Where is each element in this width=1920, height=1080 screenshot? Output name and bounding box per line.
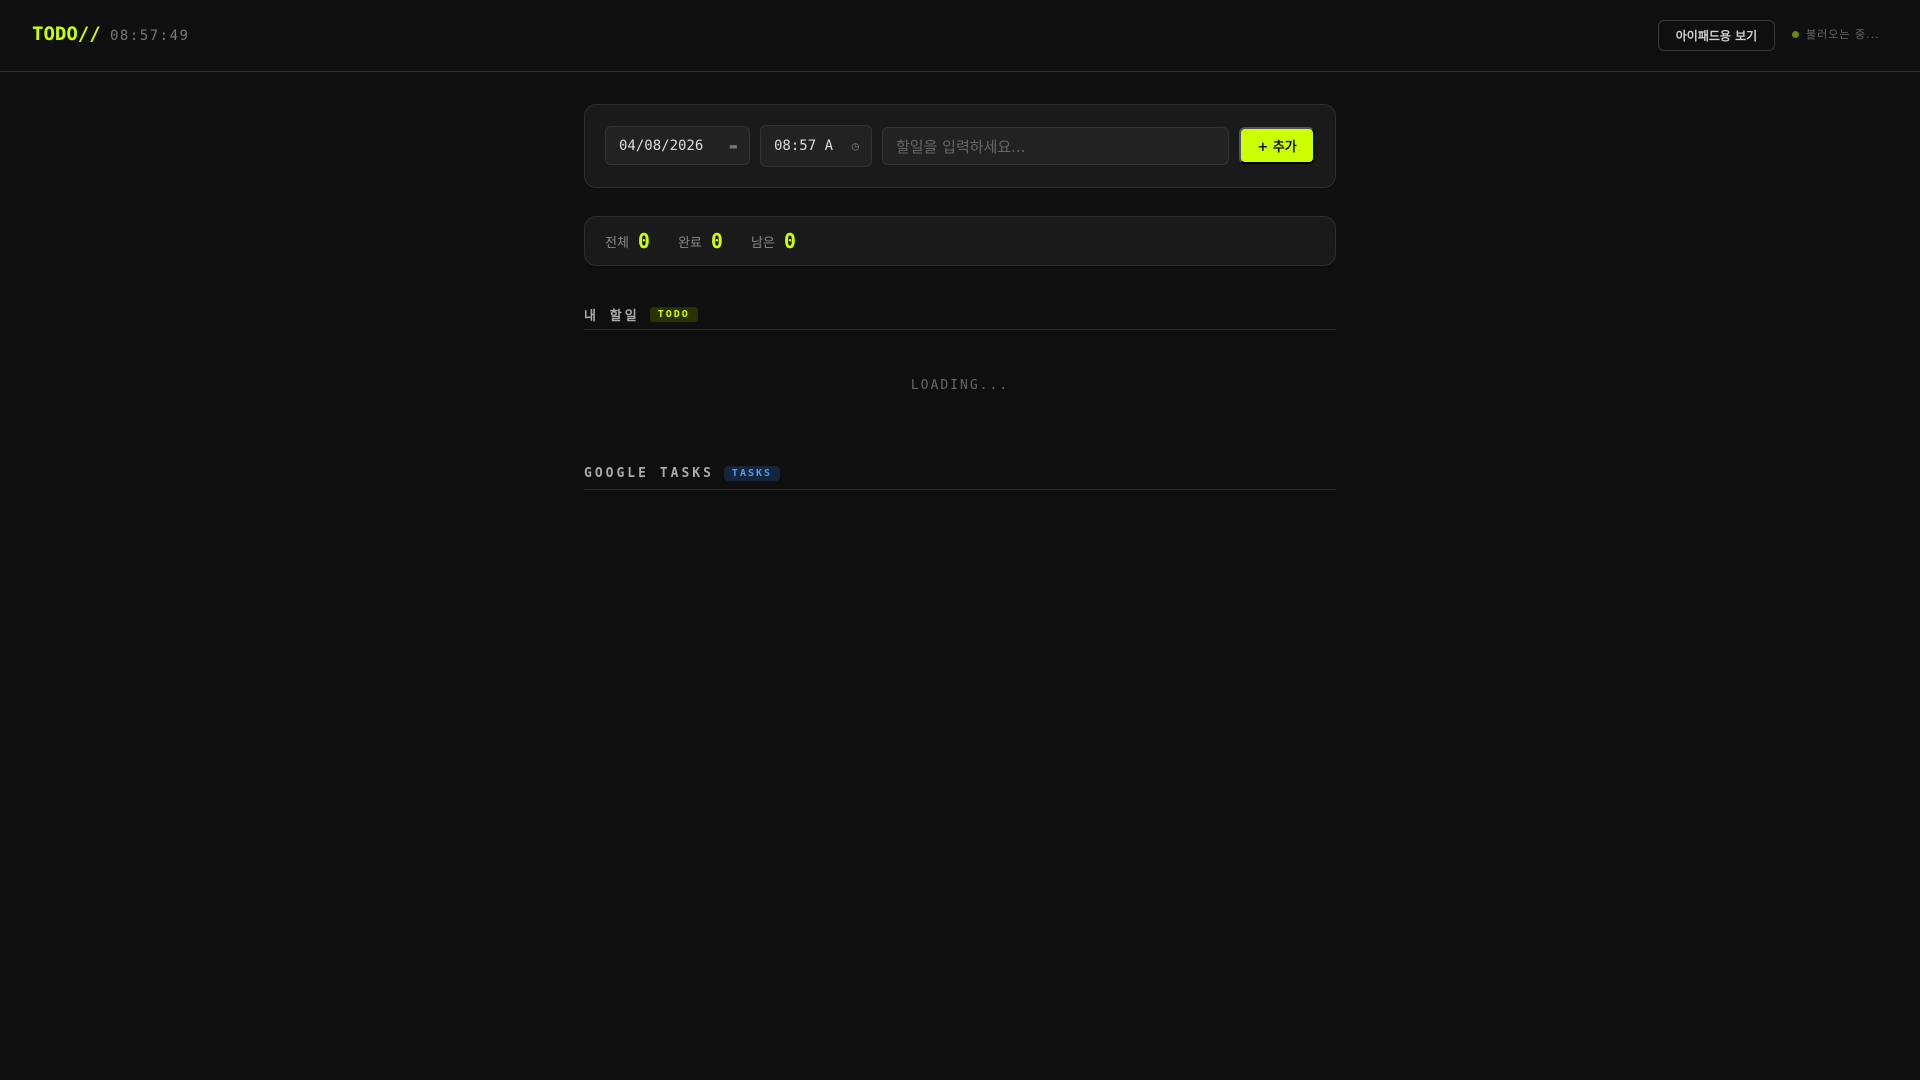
stat-label: 남은	[750, 235, 775, 251]
todo-placeholder: 할일을 입력하세요...	[896, 137, 1026, 156]
stat-remaining: 남은 0	[751, 229, 796, 253]
add-button[interactable]: + 추가	[1239, 127, 1315, 164]
loading-text: LOADING...	[910, 378, 1010, 393]
stat-done: 완료 0	[678, 229, 723, 253]
google-tasks-header: GOOGLE TASKS TASKS	[584, 458, 1336, 490]
time-input[interactable]: 08:57 A ◷	[760, 125, 872, 167]
logo: TODO//	[32, 23, 101, 45]
tasks-badge: TASKS	[723, 466, 781, 481]
stat-label: 완료	[677, 235, 702, 251]
ipad-view-button[interactable]: 아이패드용 보기	[1658, 20, 1775, 51]
section-title: 내 할일	[584, 309, 640, 324]
todo-badge: TODO	[649, 307, 698, 322]
my-todo-header: 내 할일 TODO	[584, 300, 1336, 330]
status-text: 불러오는 중...	[1806, 28, 1880, 41]
sync-status: 불러오는 중...	[1792, 26, 1880, 42]
stat-value: 0	[637, 229, 650, 253]
stats-bar: 전체 0 완료 0 남은 0	[584, 216, 1336, 266]
clock: 08:57:49	[110, 28, 190, 44]
date-value: 04/08/2026	[619, 137, 704, 154]
time-value: 08:57 A	[774, 138, 834, 154]
status-dot-icon	[1792, 30, 1799, 38]
header: TODO// 08:57:49 아이패드용 보기 불러오는 중...	[0, 0, 1920, 72]
todo-text-input[interactable]: 할일을 입력하세요...	[882, 127, 1229, 165]
stat-total: 전체 0	[605, 229, 650, 253]
clock-icon[interactable]: ◷	[852, 139, 859, 153]
date-input[interactable]: 04/08/2026 ▬	[605, 126, 750, 165]
stat-label: 전체	[605, 235, 629, 251]
stat-value: 0	[710, 229, 723, 253]
stat-value: 0	[783, 229, 796, 253]
add-todo-form: 04/08/2026 ▬ 08:57 A ◷ 할일을 입력하세요... + 추가	[584, 104, 1336, 188]
section-title: GOOGLE TASKS	[584, 466, 714, 481]
calendar-icon[interactable]: ▬	[730, 139, 737, 153]
